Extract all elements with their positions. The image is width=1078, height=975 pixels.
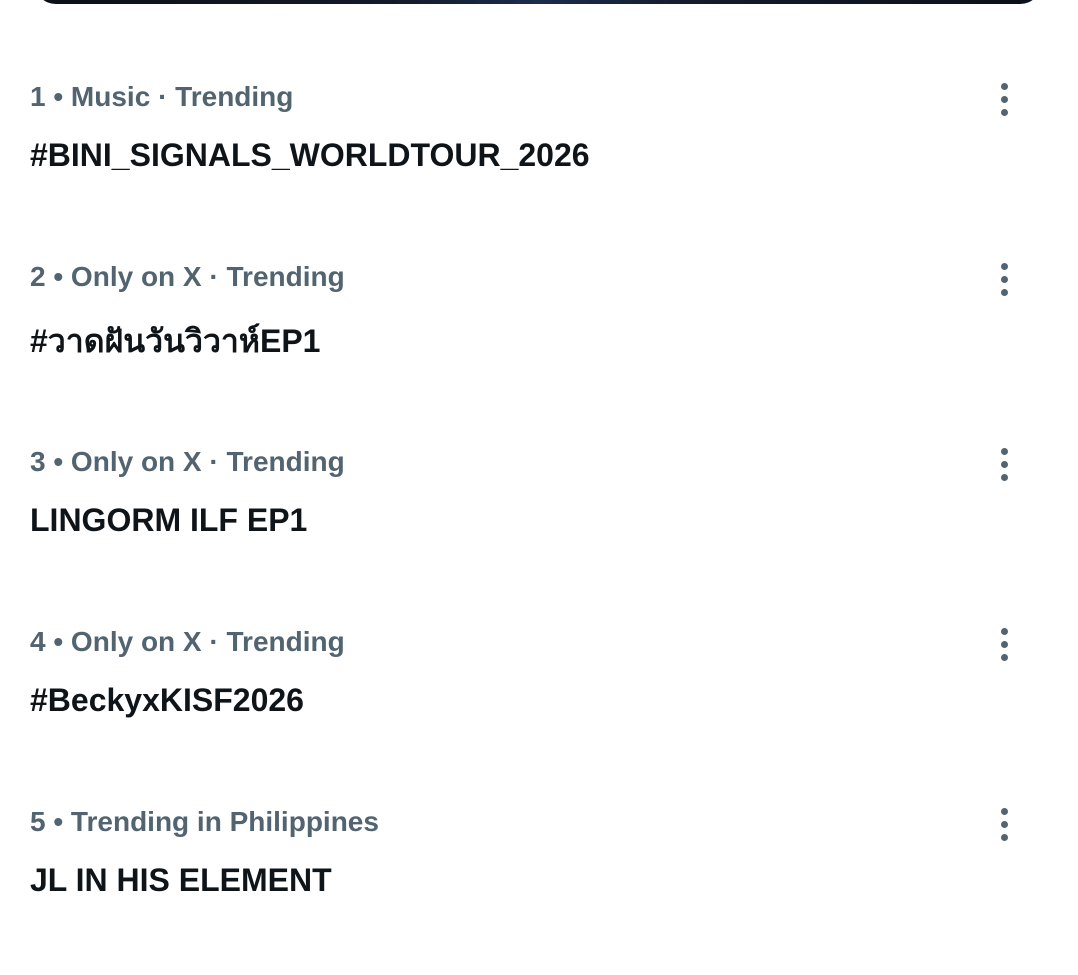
more-vertical-icon-dot — [1000, 473, 1008, 481]
trend-name: JL IN HIS ELEMENT — [30, 862, 332, 898]
more-vertical-icon-dot — [1000, 460, 1008, 468]
more-options-button[interactable] — [984, 77, 1024, 121]
more-options-button[interactable] — [984, 257, 1024, 301]
top-banner-image[interactable] — [34, 0, 1042, 4]
trend-item-5[interactable]: 5 • Trending in Philippines JL IN HIS EL… — [0, 802, 1078, 962]
more-vertical-icon-dot — [1000, 833, 1008, 841]
more-vertical-icon-dot — [1000, 95, 1008, 103]
trend-meta: 3 • Only on X · Trending — [30, 446, 345, 477]
more-vertical-icon-dot — [1000, 288, 1008, 296]
more-vertical-icon — [1000, 627, 1008, 635]
trend-name: #BINI_SIGNALS_WORLDTOUR_2026 — [30, 137, 590, 173]
trend-meta: 4 • Only on X · Trending — [30, 626, 345, 657]
more-vertical-icon — [1000, 82, 1008, 90]
more-vertical-icon-dot — [1000, 640, 1008, 648]
trend-meta: 1 • Music · Trending — [30, 81, 294, 112]
more-vertical-icon-dot — [1000, 275, 1008, 283]
trend-name: #วาดฝันวันวิวาห์EP1 — [30, 323, 321, 359]
trend-item-4[interactable]: 4 • Only on X · Trending #BeckyxKISF2026 — [0, 622, 1078, 782]
trend-meta: 5 • Trending in Philippines — [30, 806, 379, 837]
more-vertical-icon — [1000, 807, 1008, 815]
more-vertical-icon — [1000, 447, 1008, 455]
trend-item-3[interactable]: 3 • Only on X · Trending LINGORM ILF EP1 — [0, 442, 1078, 602]
trend-item-2[interactable]: 2 • Only on X · Trending #วาดฝันวันวิวาห… — [0, 257, 1078, 417]
more-options-button[interactable] — [984, 802, 1024, 846]
trend-item-1[interactable]: 1 • Music · Trending #BINI_SIGNALS_WORLD… — [0, 77, 1078, 237]
trend-meta: 2 • Only on X · Trending — [30, 261, 345, 292]
more-vertical-icon-dot — [1000, 820, 1008, 828]
trend-name: #BeckyxKISF2026 — [30, 682, 304, 718]
more-vertical-icon-dot — [1000, 108, 1008, 116]
more-vertical-icon — [1000, 262, 1008, 270]
more-options-button[interactable] — [984, 622, 1024, 666]
trend-name: LINGORM ILF EP1 — [30, 502, 308, 538]
more-vertical-icon-dot — [1000, 653, 1008, 661]
more-options-button[interactable] — [984, 442, 1024, 486]
